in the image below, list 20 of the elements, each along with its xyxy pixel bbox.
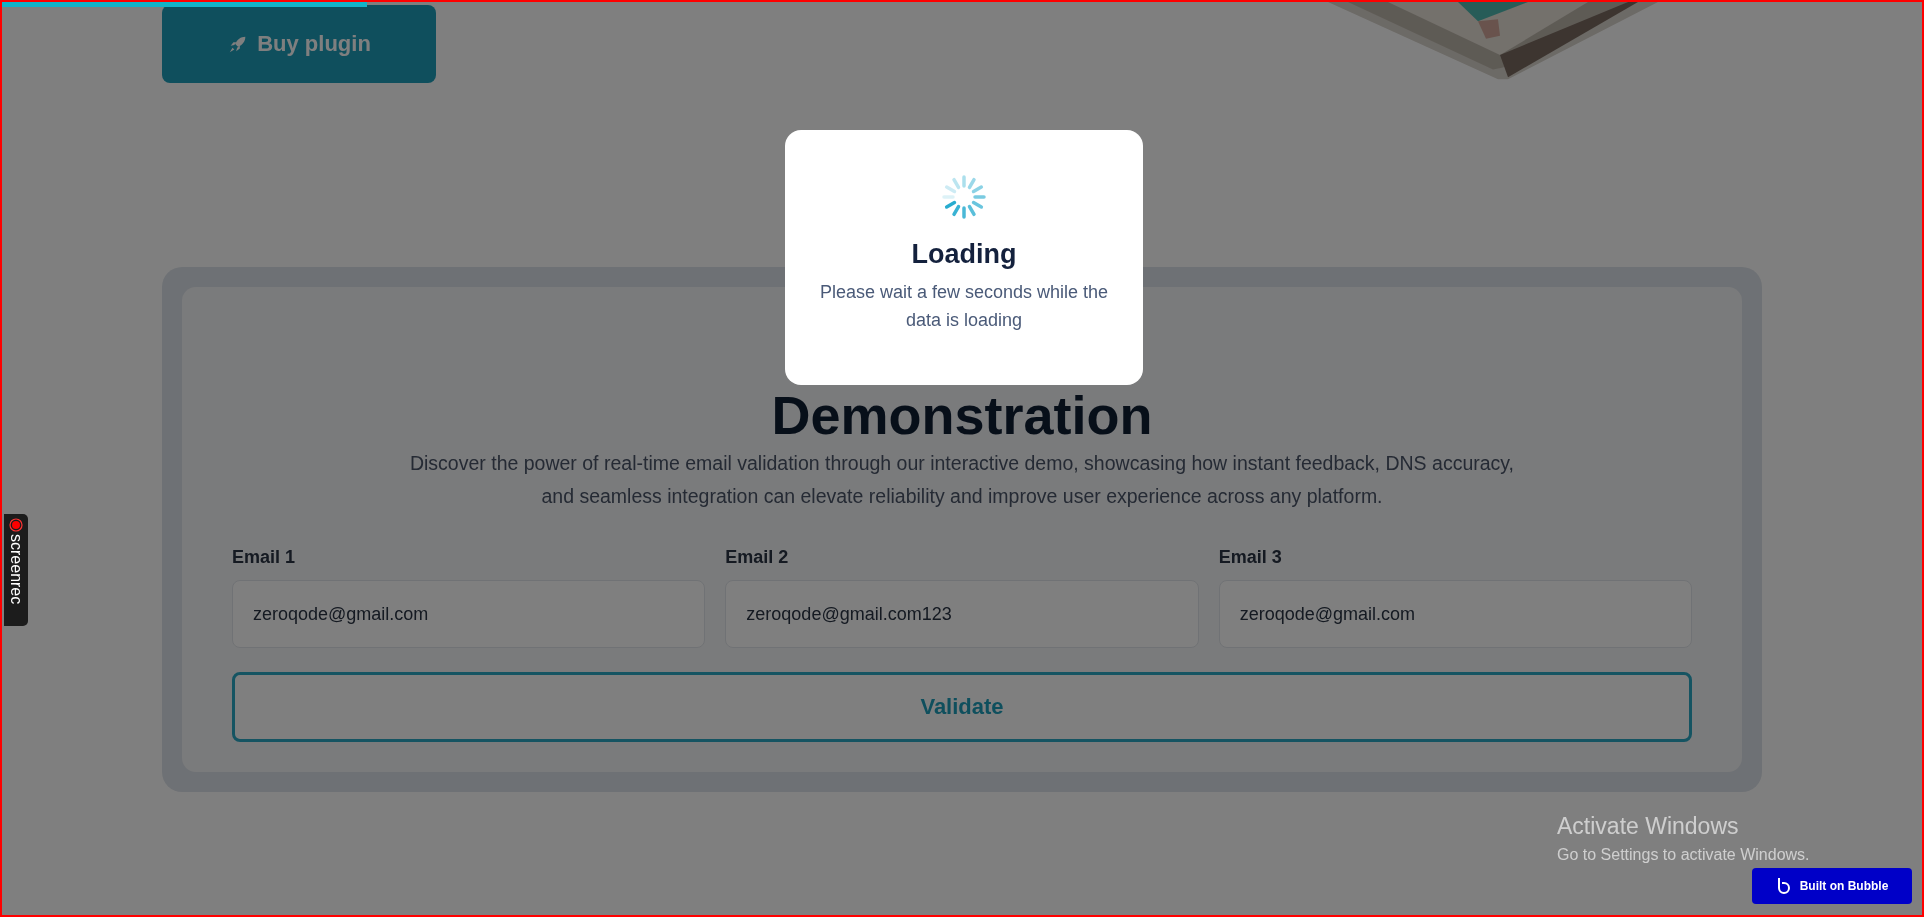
spinner-icon (942, 175, 986, 219)
email-field[interactable]: zeroqode@gmail.com (1218, 580, 1692, 648)
activation-message: Go to Settings to activate Windows. (1557, 846, 1810, 864)
dialog-message: Please wait a few seconds while the data is loading (819, 281, 1109, 332)
email-field[interactable]: zeroqode@gmail.com (232, 580, 706, 648)
section-heading: Demonstration (770, 385, 1154, 445)
validate-button[interactable]: Validate (232, 672, 1692, 742)
dialog-title: Loading (911, 239, 1017, 270)
badge-text: screenrec (8, 534, 24, 605)
activation-title: Activate Windows (1557, 813, 1740, 840)
built-on-bubble-badge[interactable]: Built on Bubble (1752, 868, 1912, 904)
field-label: Email 2 (725, 547, 790, 568)
record-icon (9, 518, 23, 532)
description-text: Discover the power of real-time email validation through our interactive demo, showcasing how instant feedback, DNS accuracy, and seamless integration can elevate reliability and improve user experience across any platform. (408, 451, 1516, 509)
field-label: Email 3 (1218, 547, 1283, 568)
email-field[interactable]: zeroqode@gmail.com123 (725, 580, 1199, 648)
buy-plugin-button[interactable]: Buy plugin (162, 5, 436, 83)
bubble-logo-icon (1775, 877, 1792, 895)
screenrec-badge[interactable]: screenrec (4, 514, 28, 626)
field-label: Email 1 (232, 547, 297, 568)
